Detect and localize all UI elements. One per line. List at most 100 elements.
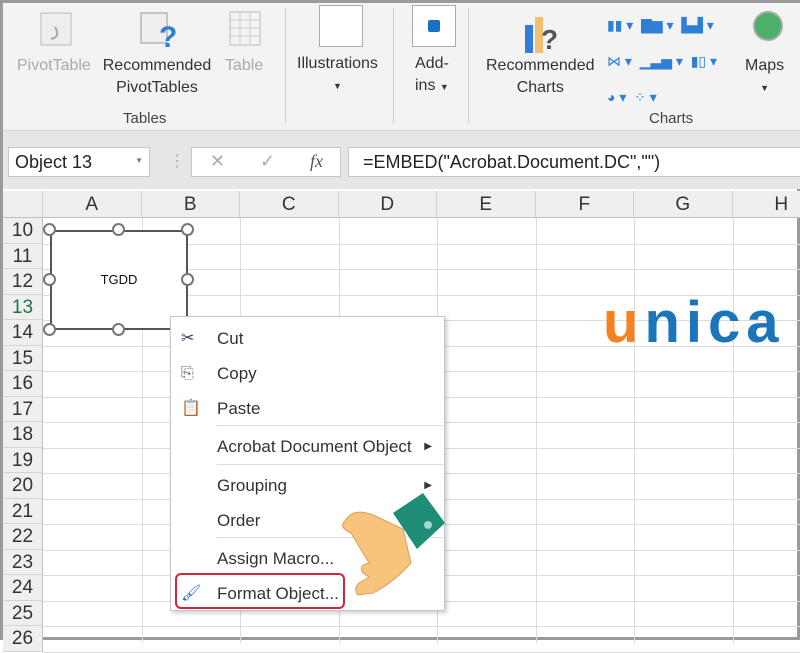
svg-text:?: ? bbox=[541, 24, 558, 55]
resize-handle[interactable] bbox=[43, 223, 56, 236]
column-header[interactable]: G bbox=[634, 191, 733, 218]
row-header[interactable]: 14 bbox=[3, 320, 43, 346]
scissors-icon: ✂ bbox=[181, 330, 199, 348]
unica-logo: unica bbox=[603, 293, 785, 353]
row-header[interactable]: 13 bbox=[3, 295, 43, 321]
table-icon bbox=[229, 11, 261, 47]
chevron-down-icon[interactable]: ▼ bbox=[135, 156, 143, 165]
gridline bbox=[733, 218, 734, 643]
svg-text:?: ? bbox=[159, 21, 177, 51]
paste-icon: 📋 bbox=[181, 400, 199, 418]
row-header[interactable]: 20 bbox=[3, 473, 43, 499]
column-header[interactable]: H bbox=[733, 191, 800, 218]
label: Grouping bbox=[217, 476, 287, 495]
illustrations-icon bbox=[319, 5, 363, 47]
pivottable-icon bbox=[39, 11, 75, 47]
row-header[interactable]: 19 bbox=[3, 448, 43, 474]
name-box-value: Object 13 bbox=[15, 152, 92, 172]
divider bbox=[217, 425, 444, 426]
chart-type-buttons[interactable]: ▮▮ ▾ ▇▆ ▾ ▙▟ ▾⋈ ▾ ▁▃▅ ▾ ▮▯ ▾◕ ▾ ⁘ ▾ bbox=[607, 7, 737, 115]
gridline bbox=[536, 218, 537, 643]
menu-item-copy[interactable]: ⎘ Copy bbox=[171, 359, 444, 389]
row-header[interactable]: 17 bbox=[3, 397, 43, 423]
label: Assign Macro... bbox=[217, 549, 334, 568]
label: Cut bbox=[217, 329, 243, 348]
maps-globe-icon bbox=[753, 11, 783, 41]
table-button[interactable]: Table bbox=[225, 55, 263, 77]
label: Copy bbox=[217, 364, 257, 383]
resize-handle[interactable] bbox=[43, 273, 56, 286]
label: Acrobat Document Object bbox=[217, 437, 412, 456]
label: Illustrations bbox=[297, 53, 378, 75]
label: Recommended bbox=[486, 55, 595, 77]
submenu-arrow-icon: ▶ bbox=[424, 432, 432, 462]
object-label: TGDD bbox=[101, 272, 138, 287]
label: PivotTables bbox=[101, 77, 213, 99]
gridline bbox=[43, 652, 800, 653]
divider bbox=[468, 8, 469, 123]
row-header[interactable]: 11 bbox=[3, 244, 43, 270]
row-header[interactable]: 24 bbox=[3, 575, 43, 601]
insert-function-icon[interactable]: fx bbox=[310, 151, 323, 172]
menu-item-paste[interactable]: 📋 Paste bbox=[171, 394, 444, 424]
recommended-pivottables-button[interactable]: RecommendedPivotTables bbox=[101, 55, 213, 99]
row-header[interactable]: 22 bbox=[3, 524, 43, 550]
row-header[interactable]: 15 bbox=[3, 346, 43, 372]
enter-icon[interactable]: ✓ bbox=[260, 151, 275, 172]
label: Recommended bbox=[101, 55, 213, 77]
column-header[interactable]: D bbox=[339, 191, 438, 218]
drag-handle[interactable]: ⋮ bbox=[169, 151, 185, 171]
recommended-charts-icon: ? bbox=[521, 11, 565, 55]
label: Add- bbox=[415, 53, 449, 75]
label: Paste bbox=[217, 399, 260, 418]
column-header[interactable]: F bbox=[536, 191, 635, 218]
resize-handle[interactable] bbox=[43, 323, 56, 336]
formula-buttons: ✕ ✓ fx bbox=[191, 147, 341, 177]
row-header[interactable]: 25 bbox=[3, 601, 43, 627]
menu-item-acrobat-document-object[interactable]: Acrobat Document Object ▶ bbox=[171, 432, 444, 462]
column-header[interactable]: C bbox=[240, 191, 339, 218]
select-all-corner[interactable] bbox=[3, 191, 43, 218]
pivottable-button[interactable]: PivotTable bbox=[17, 55, 91, 77]
resize-handle[interactable] bbox=[112, 323, 125, 336]
recommended-pivottables-icon: ? bbox=[139, 11, 179, 51]
column-header[interactable]: E bbox=[437, 191, 536, 218]
column-header[interactable]: A bbox=[43, 191, 142, 218]
menu-item-cut[interactable]: ✂ Cut bbox=[171, 324, 444, 354]
addins-button[interactable]: Add-ins ▼ bbox=[415, 53, 449, 98]
resize-handle[interactable] bbox=[181, 223, 194, 236]
divider bbox=[393, 8, 394, 123]
column-header[interactable]: B bbox=[142, 191, 241, 218]
resize-handle[interactable] bbox=[181, 273, 194, 286]
recommended-charts-button[interactable]: RecommendedCharts bbox=[486, 55, 595, 99]
gridline bbox=[43, 626, 800, 627]
cancel-icon[interactable]: ✕ bbox=[210, 151, 225, 172]
addins-icon bbox=[412, 5, 456, 47]
charts-group-label: Charts bbox=[649, 110, 693, 127]
formula-input[interactable]: =EMBED("Acrobat.Document.DC","") bbox=[348, 147, 800, 177]
copy-icon: ⎘ bbox=[181, 365, 199, 383]
label: Maps bbox=[745, 55, 784, 77]
row-header[interactable]: 10 bbox=[3, 218, 43, 244]
label: Order bbox=[217, 511, 260, 530]
maps-button[interactable]: Maps▼ bbox=[745, 55, 784, 99]
row-header[interactable]: 16 bbox=[3, 371, 43, 397]
pointing-hand-icon bbox=[333, 493, 448, 603]
ribbon: PivotTable ? RecommendedPivotTables Tabl… bbox=[3, 3, 800, 131]
embedded-object[interactable]: TGDD bbox=[50, 230, 188, 330]
label: ins bbox=[415, 77, 435, 94]
name-box[interactable]: Object 13 ▼ bbox=[8, 147, 150, 177]
label: Charts bbox=[486, 77, 595, 99]
tables-group-label: Tables bbox=[123, 110, 166, 127]
highlight-box bbox=[175, 573, 345, 609]
row-header[interactable]: 21 bbox=[3, 499, 43, 525]
gridline bbox=[634, 218, 635, 643]
row-header[interactable]: 26 bbox=[3, 626, 43, 652]
row-header[interactable]: 23 bbox=[3, 550, 43, 576]
row-header[interactable]: 18 bbox=[3, 422, 43, 448]
row-header[interactable]: 12 bbox=[3, 269, 43, 295]
illustrations-button[interactable]: Illustrations▼ bbox=[297, 53, 378, 97]
formula-bar: Object 13 ▼ ⋮ ✕ ✓ fx =EMBED("Acrobat.Docu… bbox=[3, 131, 800, 189]
resize-handle[interactable] bbox=[112, 223, 125, 236]
divider bbox=[285, 8, 286, 123]
